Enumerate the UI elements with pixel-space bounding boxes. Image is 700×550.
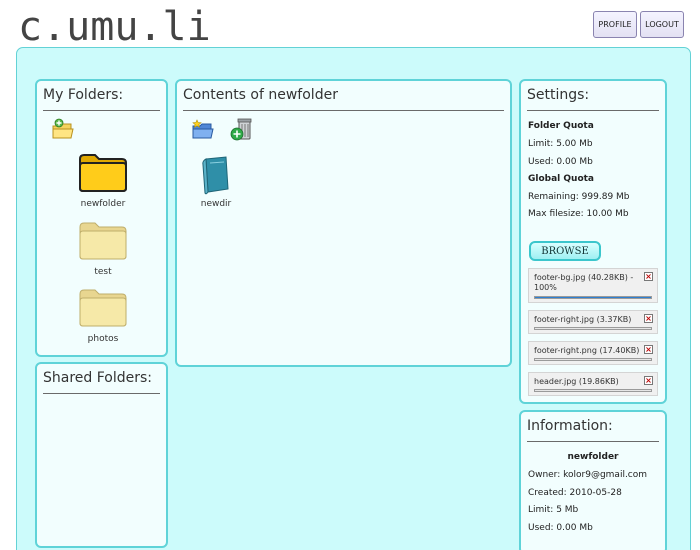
folder-used: Used: 0.00 Mb [528,157,593,167]
contents-title: Contents of newfolder [183,87,338,103]
info-folder-name: newfolder [567,452,619,462]
upload-filename: footer-right.jpg (3.37KB) [534,315,632,324]
divider [527,110,659,111]
divider [183,110,504,111]
settings-title: Settings: [527,87,590,103]
folder-icon [79,289,127,327]
folder-item-photos[interactable]: photos [53,286,153,344]
contents-panel: Contents of newfolder newdir [175,79,512,367]
cancel-upload-icon[interactable]: × [644,314,653,323]
book-icon [202,156,229,195]
upload-item: footer-right.jpg (3.37KB) × [528,310,658,334]
content-item-newdir[interactable]: newdir [166,155,266,209]
profile-button[interactable]: PROFILE [593,11,637,38]
upload-progress-bar [534,389,652,392]
app-logo: c.umu.li [18,4,211,50]
max-filesize: Max filesize: 10.00 Mb [528,209,629,219]
logout-button[interactable]: LOGOUT [640,11,684,38]
divider [43,110,160,111]
global-remaining: Remaining: 999.89 Mb [528,192,630,202]
upload-filename: footer-right.png (17.40KB) [534,346,640,355]
upload-item: header.jpg (19.86KB) × [528,372,658,396]
upload-progress-bar [534,327,652,330]
cancel-upload-icon[interactable]: × [644,345,653,354]
global-quota-heading: Global Quota [528,174,595,184]
upload-progress-bar [534,296,652,299]
folder-limit: Limit: 5.00 Mb [528,139,593,149]
information-title: Information: [527,418,613,434]
new-folder-icon[interactable] [191,118,215,142]
upload-item: footer-bg.jpg (40.28KB) - 100% × [528,268,658,303]
settings-panel: Settings: Folder Quota Limit: 5.00 Mb Us… [519,79,667,404]
info-used: Used: 0.00 Mb [528,523,593,533]
upload-item: footer-right.png (17.40KB) × [528,341,658,365]
folder-icon [79,154,127,192]
cancel-upload-icon[interactable]: × [644,272,653,281]
folder-label: test [94,267,112,277]
browse-button[interactable]: BROWSE [529,241,601,261]
upload-filename: footer-bg.jpg (40.28KB) - 100% [534,273,634,292]
divider [43,393,160,394]
folder-label: newfolder [80,199,126,209]
divider [527,441,659,442]
folder-quota-heading: Folder Quota [528,121,594,131]
my-folders-title: My Folders: [43,87,124,103]
folder-item-test[interactable]: test [53,219,153,277]
information-panel: Information: newfolder Owner: kolor9@gma… [519,410,667,550]
shared-folders-panel: Shared Folders: [35,362,168,548]
content-item-label: newdir [200,199,232,209]
folder-item-newfolder[interactable]: newfolder [53,151,153,209]
folder-icon [79,222,127,260]
my-folders-panel: My Folders: newfolder test photos [35,79,168,357]
cancel-upload-icon[interactable]: × [644,376,653,385]
info-created: Created: 2010-05-28 [528,488,622,498]
folder-label: photos [87,334,119,344]
new-folder-icon[interactable] [51,118,75,142]
upload-filename: header.jpg (19.86KB) [534,377,619,386]
info-limit: Limit: 5 Mb [528,505,579,515]
shared-folders-title: Shared Folders: [43,370,153,386]
upload-progress-bar [534,358,652,361]
delete-icon[interactable] [230,117,254,141]
info-owner: Owner: kolor9@gmail.com [528,470,648,480]
upload-progress-fill [535,297,651,298]
